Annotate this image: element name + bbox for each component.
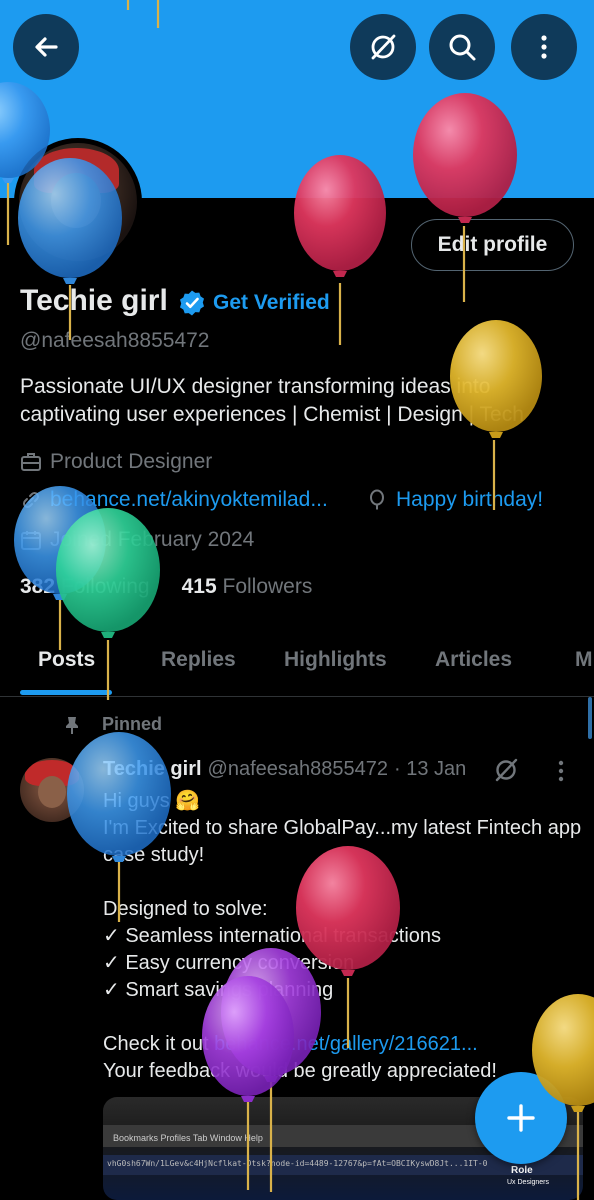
- tab-media[interactable]: M: [575, 648, 593, 672]
- search-icon: [449, 34, 476, 61]
- joined-label: Joined February 2024: [50, 528, 255, 551]
- post-line: Hi guys 🤗: [103, 790, 201, 812]
- tab-highlights[interactable]: Highlights: [284, 648, 387, 672]
- following-label: Following: [60, 575, 150, 598]
- grok-icon[interactable]: [492, 756, 520, 784]
- pin-icon: [66, 716, 78, 734]
- calendar-icon: [21, 531, 41, 550]
- followers-label: Followers: [222, 575, 313, 598]
- profile-bio: Passionate UI/UX designer transforming i…: [20, 375, 524, 426]
- followers-link[interactable]: 415 Followers: [182, 575, 313, 599]
- more-vertical-icon: [541, 35, 547, 59]
- media-url-text: vhG0sh67Wn/1LGev&c4HjNcflkat-Dtsk?node-i…: [107, 1159, 488, 1168]
- profile-avatar[interactable]: [14, 138, 142, 266]
- following-count: 382: [20, 575, 56, 598]
- post-header: Techie girl @nafeesah8855472 · 13 Jan: [103, 758, 466, 781]
- get-verified-link[interactable]: Get Verified: [213, 291, 330, 315]
- more-vertical-icon[interactable]: [552, 758, 570, 784]
- display-name: Techie girl: [20, 284, 168, 317]
- profile-birthday: Happy birthday!: [366, 488, 543, 512]
- post-line: Designed to solve:: [103, 898, 268, 920]
- arrow-left-icon: [35, 37, 58, 57]
- post-body: Hi guys 🤗 I'm Excited to share GlobalPay…: [103, 788, 583, 1085]
- media-menu-text: Bookmarks Profiles Tab Window Help: [113, 1133, 263, 1143]
- post-link[interactable]: behance.net/gallery/216621...: [214, 1033, 478, 1055]
- profile-tabs: Posts Replies Highlights Articles M: [0, 625, 594, 697]
- post-bullet: ✓ Seamless international transactions: [103, 925, 442, 947]
- profile-job: Product Designer: [20, 450, 212, 474]
- balloon-icon: [370, 489, 384, 510]
- followers-count: 415: [181, 575, 217, 598]
- job-label: Product Designer: [50, 450, 213, 473]
- following-link[interactable]: 382 Following: [20, 575, 150, 599]
- website-link[interactable]: behance.net/akinyoktemilad...: [50, 488, 328, 512]
- tab-posts[interactable]: Posts: [38, 648, 95, 672]
- tab-replies[interactable]: Replies: [161, 648, 236, 672]
- post-bullet: ✓ Easy currency conversion: [103, 952, 355, 974]
- grok-icon: [371, 34, 396, 60]
- scrollbar[interactable]: [588, 697, 592, 739]
- post-avatar[interactable]: [20, 758, 84, 822]
- active-tab-indicator: [20, 690, 112, 695]
- compose-button[interactable]: [475, 1072, 567, 1164]
- more-button[interactable]: [511, 14, 577, 80]
- plus-icon: [507, 1104, 535, 1132]
- post-bullet: ✓ Smart savings planning: [103, 979, 334, 1001]
- profile-joined: Joined February 2024: [20, 528, 254, 552]
- pinned-indicator: Pinned: [62, 714, 162, 735]
- post-line: I'm Excited to share GlobalPay...my late…: [103, 817, 582, 866]
- media-brand: Role: [511, 1165, 533, 1176]
- post-author-name[interactable]: Techie girl: [103, 758, 202, 781]
- back-button[interactable]: [13, 14, 79, 80]
- media-brand-sub: Ux Designers: [507, 1179, 550, 1186]
- link-icon: [22, 491, 40, 509]
- tab-articles[interactable]: Articles: [435, 648, 512, 672]
- profile-website[interactable]: behance.net/akinyoktemilad...: [20, 488, 328, 512]
- pinned-label: Pinned: [102, 714, 163, 734]
- follow-counts: 382 Following 415 Followers: [20, 575, 312, 599]
- search-button[interactable]: [429, 14, 495, 80]
- grok-button[interactable]: [350, 14, 416, 80]
- post-line: Your feedback would be greatly appreciat…: [103, 1060, 497, 1082]
- post-line: Check it out: [103, 1033, 215, 1055]
- edit-profile-button[interactable]: Edit profile: [411, 219, 574, 271]
- briefcase-icon: [21, 453, 41, 471]
- post-date[interactable]: · 13 Jan: [394, 758, 466, 781]
- birthday-label[interactable]: Happy birthday!: [396, 488, 543, 512]
- verified-badge-icon[interactable]: [178, 289, 206, 317]
- profile-handle: @nafeesah8855472: [20, 329, 210, 352]
- post-author-handle[interactable]: @nafeesah8855472: [208, 758, 388, 781]
